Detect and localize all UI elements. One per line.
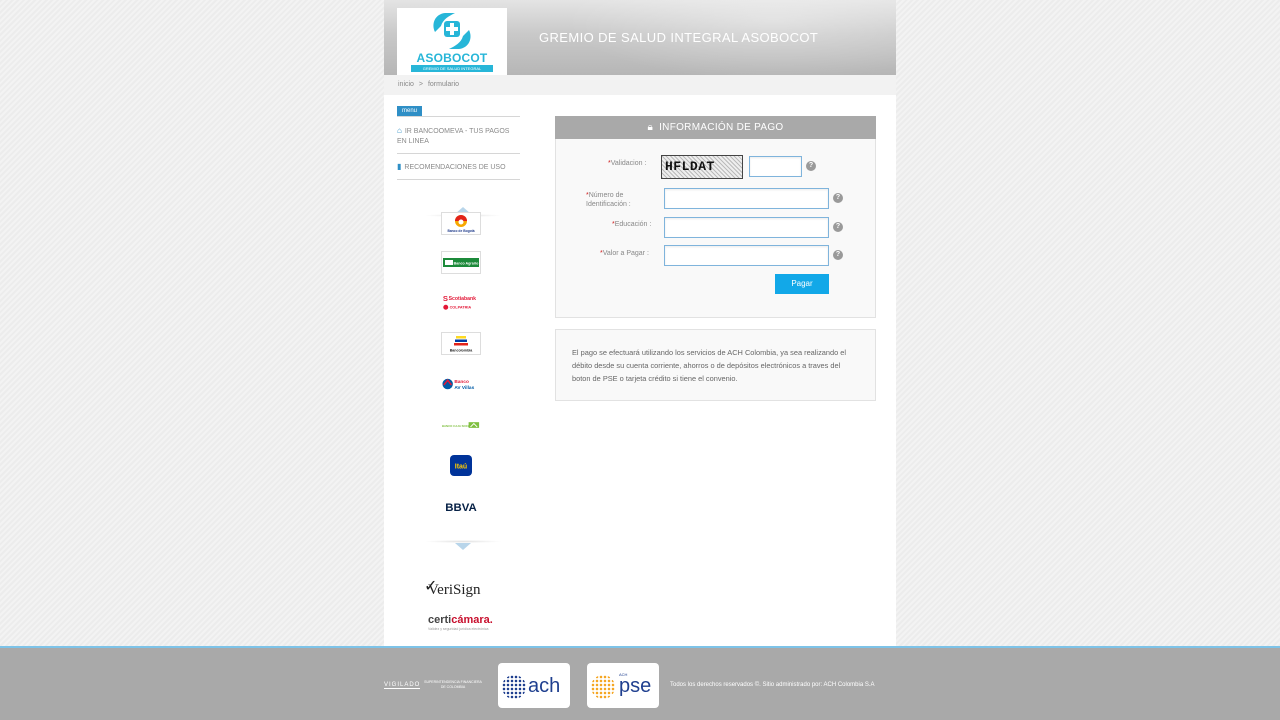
sidebar-item-recomendaciones[interactable]: ▮ RECOMENDACIONES DE USO <box>397 162 520 173</box>
scotiabank-colpatria-logo-icon: S Scotiabank COLPATRIA <box>443 294 476 310</box>
help-icon[interactable]: ? <box>833 250 843 260</box>
pay-button[interactable]: Pagar <box>775 274 829 294</box>
menu-divider <box>397 179 520 180</box>
banco-bogota-logo-icon: Banco de Bogotá <box>447 215 475 233</box>
banco-av-villas-logo-icon: Banco AV Villas <box>442 378 475 391</box>
certicamara-label-b: cámara. <box>451 614 493 626</box>
logo-subtitle: GREMIO DE SALUD INTEGRAL <box>411 65 493 72</box>
sidebar-item-label: IR BANCOOMEVA - TUS PAGOS EN LINEA <box>397 128 510 145</box>
hands-cross-logo-icon <box>433 13 471 49</box>
svg-text:Banco: Banco <box>454 379 469 385</box>
menu-divider <box>397 116 520 117</box>
breadcrumb-current: formulario <box>427 81 460 88</box>
info-notice: El pago se efectuará utilizando los serv… <box>555 329 876 401</box>
certicamara-label-a: certi <box>428 614 452 626</box>
help-icon[interactable]: ? <box>806 161 816 171</box>
page-container: ASOBOCOT GREMIO DE SALUD INTEGRAL GREMIO… <box>384 0 896 646</box>
vigilado-badge: VIGILADO SUPERINTENDENCIA FINANCIERA DE … <box>384 680 484 694</box>
bank-logo-agrario[interactable]: Banco Agrario <box>441 251 481 274</box>
validation-label: *Validacion : <box>608 160 647 167</box>
superintendencia-label: SUPERINTENDENCIA FINANCIERA DE COLOMBIA <box>424 680 482 689</box>
captcha-input[interactable] <box>749 156 802 177</box>
payment-title: INFORMACIÓN DE PAGO <box>659 122 784 133</box>
dots-icon <box>591 675 615 699</box>
svg-text:Banco Agrario: Banco Agrario <box>454 262 479 266</box>
svg-text:S: S <box>443 294 448 303</box>
copyright-text: Todos los derechos reservados ©. Sitio a… <box>670 682 875 688</box>
amount-label: *Valor a Pagar : <box>600 250 649 257</box>
svg-text:Bancolombia: Bancolombia <box>450 349 474 353</box>
home-icon: ⌂ <box>397 126 402 135</box>
asobocot-logo[interactable]: ASOBOCOT GREMIO DE SALUD INTEGRAL <box>397 8 507 75</box>
amount-input[interactable] <box>664 245 829 266</box>
sidebar-item-bancoomeva[interactable]: ⌂ IR BANCOOMEVA - TUS PAGOS EN LINEA <box>397 126 520 147</box>
pse-logo-text: pse <box>619 675 652 697</box>
menu-divider <box>397 153 520 154</box>
breadcrumb-separator: > <box>418 81 423 88</box>
svg-text:Itaú: Itaú <box>455 464 467 471</box>
vigilado-label: VIGILADO <box>384 682 421 689</box>
svg-text:BANCO CAJA SOCIAL: BANCO CAJA SOCIAL <box>442 424 473 428</box>
help-icon[interactable]: ? <box>833 222 843 232</box>
svg-text:AV Villas: AV Villas <box>454 385 474 391</box>
bank-logo-caja-social[interactable]: BANCO CAJA SOCIAL <box>441 414 481 437</box>
logo-name: ASOBOCOT <box>416 51 488 65</box>
itau-logo-icon: Itaú <box>450 455 472 476</box>
help-icon[interactable]: ? <box>833 193 843 203</box>
dots-icon <box>502 675 526 699</box>
breadcrumb-home[interactable]: inicio <box>398 81 414 88</box>
bank-logo-bogota[interactable]: Banco de Bogotá <box>441 212 481 235</box>
breadcrumb: inicio > formulario <box>398 81 459 88</box>
bancolombia-logo-icon: Bancolombia <box>450 336 474 353</box>
bank-logo-bancolombia[interactable]: Bancolombia <box>441 332 481 355</box>
bank-logo-avvillas[interactable]: Banco AV Villas <box>441 373 481 396</box>
footer: VIGILADO SUPERINTENDENCIA FINANCIERA DE … <box>0 646 1280 720</box>
breadcrumb-bar: inicio > formulario <box>384 75 896 95</box>
verisign-label: VeriSign <box>428 582 481 598</box>
svg-text:Banco de Bogotá: Banco de Bogotá <box>447 229 474 233</box>
header-banner: ASOBOCOT GREMIO DE SALUD INTEGRAL GREMIO… <box>384 0 896 75</box>
lock-icon: 🔒︎ <box>647 122 654 133</box>
svg-text:COLPATRIA: COLPATRIA <box>450 306 472 310</box>
bbva-logo-icon: BBVA <box>445 502 476 514</box>
id-number-input[interactable] <box>664 188 829 209</box>
pse-logo[interactable]: ACH pse <box>587 663 659 708</box>
verisign-seal[interactable]: ✓ VeriSign <box>424 576 494 602</box>
certicamara-tagline: Validez y seguridad jurídica electrónica <box>428 627 489 631</box>
menu-tab: menu <box>397 106 423 116</box>
education-label: *Educación : <box>612 221 652 228</box>
bank-logo-itau[interactable]: Itaú <box>441 454 481 477</box>
svg-text:Scotiabank: Scotiabank <box>449 296 476 302</box>
svg-text:BBVA: BBVA <box>445 502 476 514</box>
bank-scroll-down-button[interactable] <box>424 540 502 550</box>
ach-logo-text: ach <box>528 675 561 697</box>
captcha-image: HFLDAT <box>661 155 743 179</box>
bank-logo-bbva[interactable]: BBVA <box>441 495 481 518</box>
education-input[interactable] <box>664 217 829 238</box>
site-title: GREMIO DE SALUD INTEGRAL ASOBOCOT <box>539 30 819 45</box>
banco-caja-social-logo-icon: BANCO CAJA SOCIAL <box>442 422 480 428</box>
certicamara-seal[interactable]: certicámara. Validez y seguridad jurídic… <box>428 614 508 636</box>
arrow-down-icon <box>455 543 471 550</box>
id-number-label: *Número de Identificación : <box>586 192 631 208</box>
ach-logo[interactable]: ach <box>498 663 570 708</box>
payment-panel-header: 🔒︎ INFORMACIÓN DE PAGO <box>555 116 876 139</box>
sidebar-item-label: RECOMENDACIONES DE USO <box>404 164 506 171</box>
bank-logo-scotiabank[interactable]: S Scotiabank COLPATRIA <box>441 291 481 314</box>
document-icon: ▮ <box>397 162 402 171</box>
banco-agrario-logo-icon: Banco Agrario <box>443 258 479 267</box>
